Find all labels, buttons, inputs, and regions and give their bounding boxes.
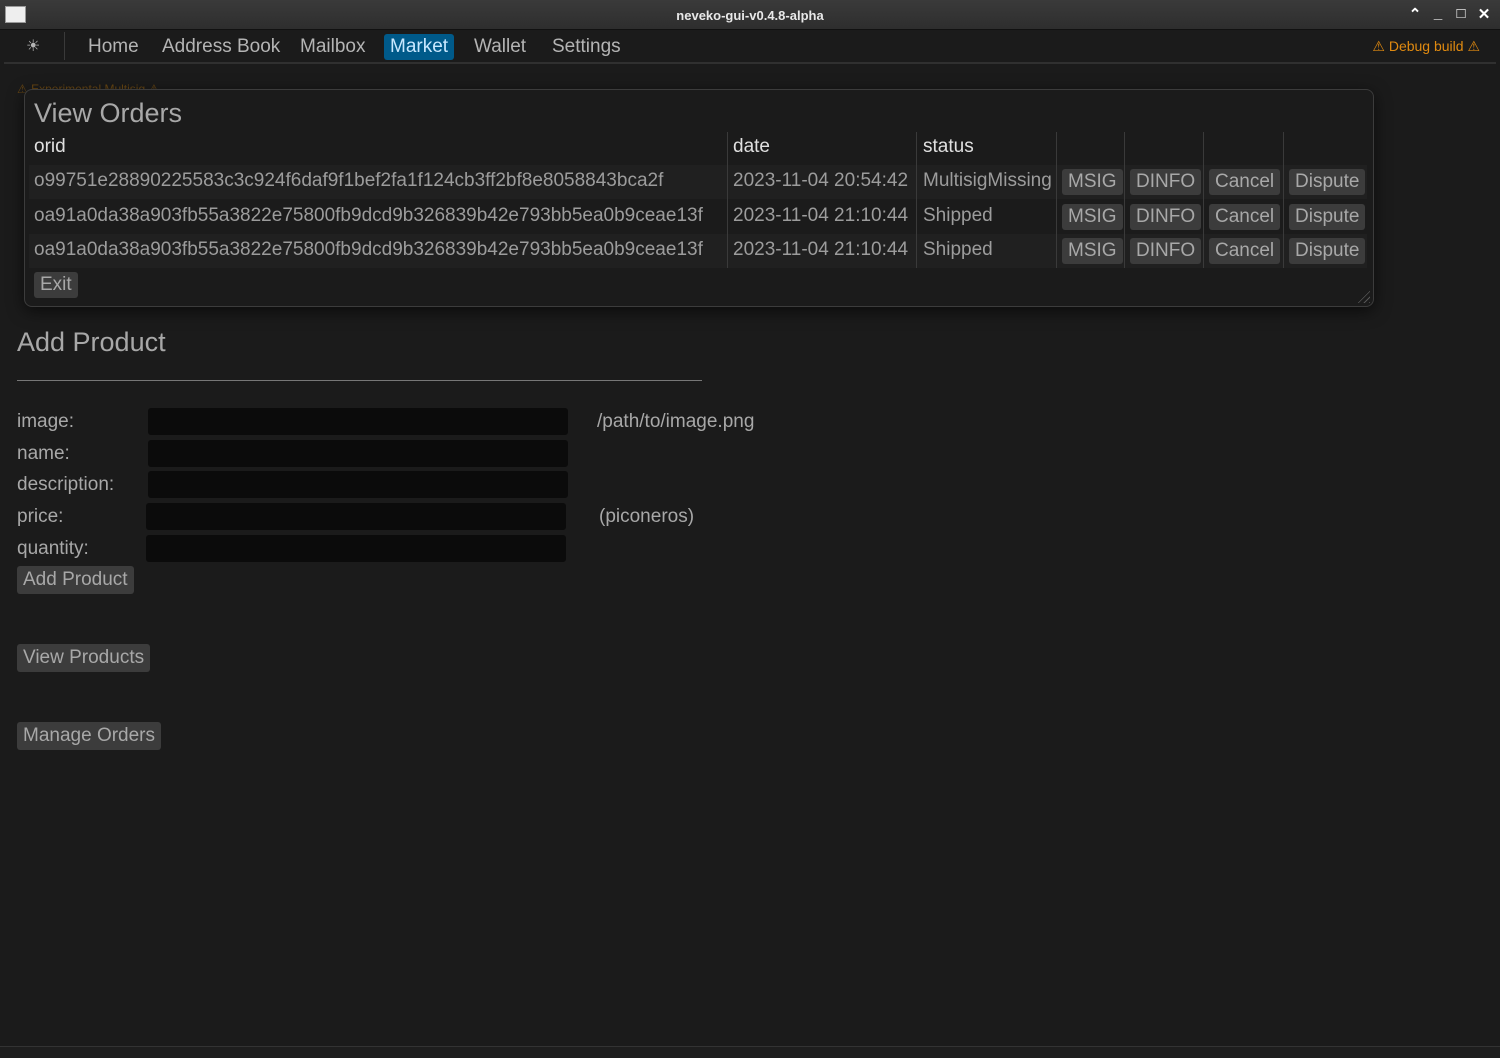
close-icon[interactable]: ✕ — [1475, 5, 1493, 23]
taskbar — [0, 1046, 1500, 1058]
debug-build-label: ⚠ Debug build ⚠ — [1372, 38, 1480, 54]
menu-home[interactable]: Home — [82, 34, 145, 60]
header-status: status — [923, 136, 974, 157]
minimize-icon[interactable]: _ — [1429, 5, 1447, 22]
window-title: View Orders — [34, 98, 183, 128]
order-id: oa91a0da38a903fb55a3822e75800fb9dcd9b326… — [34, 205, 703, 226]
window-title: neveko-gui-v0.4.8-alpha — [676, 8, 824, 23]
menu-address-book[interactable]: Address Book — [156, 34, 286, 60]
order-status: Shipped — [923, 239, 993, 260]
table-row: o99751e28890225583c3c924f6daf9f1bef2fa1f… — [29, 165, 1367, 199]
quantity-input[interactable] — [146, 535, 566, 562]
resize-handle[interactable] — [1356, 289, 1370, 303]
field-label: image: — [17, 411, 75, 432]
order-date: 2023-11-04 21:10:44 — [733, 239, 909, 260]
dispute-button[interactable]: Dispute — [1289, 238, 1366, 264]
dinfo-button[interactable]: DINFO — [1130, 169, 1202, 195]
title-bar: neveko-gui-v0.4.8-alpha ⌃ _ □ ✕ — [0, 0, 1500, 30]
divider — [17, 380, 702, 381]
image-input[interactable] — [148, 408, 568, 435]
field-hint: (piconeros) — [599, 506, 695, 527]
add-product-heading: Add Product — [17, 327, 166, 357]
view-orders-window: View Orders orid date status o99751e2889… — [24, 89, 1374, 307]
dispute-button[interactable]: Dispute — [1289, 204, 1366, 230]
menu-market[interactable]: Market — [384, 34, 455, 60]
menu-bar: ☀ Home Address Book Mailbox Market Walle… — [4, 30, 1496, 64]
order-status: MultisigMissing — [923, 170, 1052, 191]
cancel-button[interactable]: Cancel — [1209, 238, 1281, 264]
table-row: oa91a0da38a903fb55a3822e75800fb9dcd9b326… — [29, 200, 1367, 234]
order-id: o99751e28890225583c3c924f6daf9f1bef2fa1f… — [34, 170, 664, 191]
menu-wallet[interactable]: Wallet — [468, 34, 532, 60]
msig-button[interactable]: MSIG — [1062, 238, 1123, 264]
msig-button[interactable]: MSIG — [1062, 204, 1123, 230]
cancel-button[interactable]: Cancel — [1209, 204, 1281, 230]
theme-toggle-sun-icon[interactable]: ☀ — [20, 34, 46, 60]
view-products-button[interactable]: View Products — [17, 644, 151, 672]
dinfo-button[interactable]: DINFO — [1130, 204, 1202, 230]
exit-button[interactable]: Exit — [34, 272, 78, 298]
description-input[interactable] — [148, 471, 568, 498]
msig-button[interactable]: MSIG — [1062, 169, 1123, 195]
field-label: name: — [17, 443, 70, 464]
dinfo-button[interactable]: DINFO — [1130, 238, 1202, 264]
table-row: oa91a0da38a903fb55a3822e75800fb9dcd9b326… — [29, 234, 1367, 268]
header-date: date — [733, 136, 770, 157]
divider — [64, 32, 65, 60]
manage-orders-button[interactable]: Manage Orders — [17, 722, 162, 750]
add-product-button[interactable]: Add Product — [17, 566, 134, 594]
header-orid: orid — [34, 136, 66, 157]
cancel-button[interactable]: Cancel — [1209, 169, 1281, 195]
order-id: oa91a0da38a903fb55a3822e75800fb9dcd9b326… — [34, 239, 703, 260]
order-status: Shipped — [923, 205, 993, 226]
field-label: quantity: — [17, 538, 89, 559]
menu-mailbox[interactable]: Mailbox — [294, 34, 371, 60]
dispute-button[interactable]: Dispute — [1289, 169, 1366, 195]
menu-settings[interactable]: Settings — [546, 34, 627, 60]
field-hint: /path/to/image.png — [597, 411, 755, 432]
price-input[interactable] — [146, 503, 566, 530]
shade-icon[interactable]: ⌃ — [1406, 5, 1424, 23]
order-date: 2023-11-04 20:54:42 — [733, 170, 909, 191]
maximize-icon[interactable]: □ — [1452, 5, 1470, 22]
order-date: 2023-11-04 21:10:44 — [733, 205, 909, 226]
field-label: price: — [17, 506, 64, 527]
field-label: description: — [17, 474, 115, 495]
name-input[interactable] — [148, 440, 568, 467]
